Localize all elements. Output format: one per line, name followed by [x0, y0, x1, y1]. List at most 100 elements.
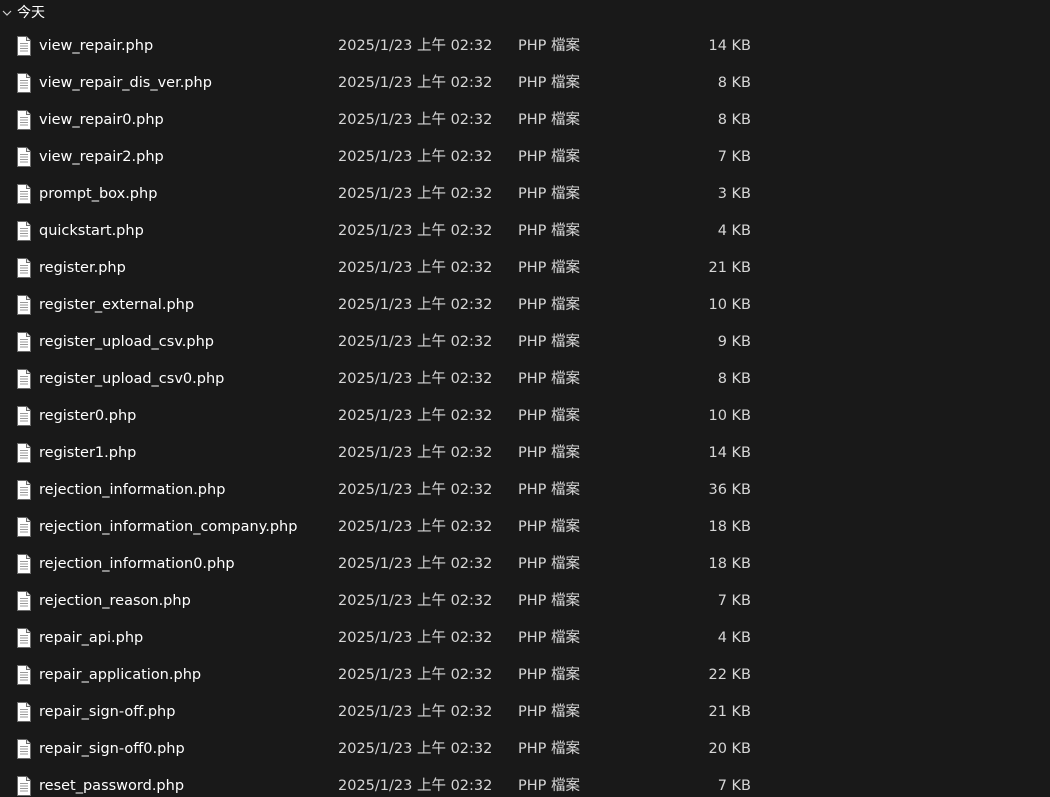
php-file-icon: [17, 36, 31, 56]
file-modified-date: 2025/1/23 上午 02:32: [338, 704, 493, 720]
file-modified-date: 2025/1/23 上午 02:32: [338, 38, 493, 54]
file-size: 10 KB: [708, 408, 751, 424]
file-name: register_upload_csv.php: [39, 334, 214, 350]
file-row[interactable]: view_repair.php 2025/1/23 上午 02:32 PHP 檔…: [0, 28, 1050, 65]
file-type: PHP 檔案: [518, 482, 581, 498]
file-type: PHP 檔案: [518, 260, 581, 276]
file-row[interactable]: register_external.php 2025/1/23 上午 02:32…: [0, 287, 1050, 324]
file-type: PHP 檔案: [518, 556, 581, 572]
file-modified-date: 2025/1/23 上午 02:32: [338, 630, 493, 646]
php-file-icon: [17, 665, 31, 685]
file-name: view_repair.php: [39, 38, 154, 54]
file-size: 8 KB: [717, 75, 751, 91]
file-row[interactable]: view_repair2.php 2025/1/23 上午 02:32 PHP …: [0, 139, 1050, 176]
php-file-icon: [17, 591, 31, 611]
file-modified-date: 2025/1/23 上午 02:32: [338, 371, 493, 387]
php-file-icon: [17, 295, 31, 315]
file-name: rejection_information0.php: [39, 556, 235, 572]
group-header-label: 今天: [17, 5, 45, 21]
file-name: rejection_information_company.php: [39, 519, 298, 535]
file-row[interactable]: register_upload_csv.php 2025/1/23 上午 02:…: [0, 324, 1050, 361]
php-file-icon: [17, 110, 31, 130]
file-type: PHP 檔案: [518, 223, 581, 239]
php-file-icon: [17, 258, 31, 278]
file-name: view_repair0.php: [39, 112, 164, 128]
php-file-icon: [17, 221, 31, 241]
file-size: 8 KB: [717, 112, 751, 128]
file-modified-date: 2025/1/23 上午 02:32: [338, 186, 493, 202]
file-type: PHP 檔案: [518, 519, 581, 535]
file-row[interactable]: view_repair_dis_ver.php 2025/1/23 上午 02:…: [0, 65, 1050, 102]
file-type: PHP 檔案: [518, 334, 581, 350]
file-row[interactable]: repair_application.php 2025/1/23 上午 02:3…: [0, 657, 1050, 694]
file-name: quickstart.php: [39, 223, 144, 239]
file-name: register1.php: [39, 445, 137, 461]
file-type: PHP 檔案: [518, 297, 581, 313]
file-name: register_upload_csv0.php: [39, 371, 225, 387]
file-size: 3 KB: [717, 186, 751, 202]
file-size: 14 KB: [708, 38, 751, 54]
php-file-icon: [17, 184, 31, 204]
file-type: PHP 檔案: [518, 630, 581, 646]
file-modified-date: 2025/1/23 上午 02:32: [338, 445, 493, 461]
file-size: 20 KB: [708, 741, 751, 757]
file-size: 9 KB: [717, 334, 751, 350]
file-type: PHP 檔案: [518, 741, 581, 757]
file-row[interactable]: repair_sign-off0.php 2025/1/23 上午 02:32 …: [0, 731, 1050, 768]
file-type: PHP 檔案: [518, 149, 581, 165]
php-file-icon: [17, 554, 31, 574]
file-name: repair_sign-off.php: [39, 704, 176, 720]
file-name: rejection_information.php: [39, 482, 226, 498]
php-file-icon: [17, 73, 31, 93]
php-file-icon: [17, 739, 31, 759]
file-modified-date: 2025/1/23 上午 02:32: [338, 778, 493, 794]
file-row[interactable]: view_repair0.php 2025/1/23 上午 02:32 PHP …: [0, 102, 1050, 139]
file-row[interactable]: rejection_information.php 2025/1/23 上午 0…: [0, 472, 1050, 509]
file-row[interactable]: register.php 2025/1/23 上午 02:32 PHP 檔案 2…: [0, 250, 1050, 287]
file-row[interactable]: rejection_information_company.php 2025/1…: [0, 509, 1050, 546]
file-size: 7 KB: [717, 149, 751, 165]
file-size: 14 KB: [708, 445, 751, 461]
file-row[interactable]: register1.php 2025/1/23 上午 02:32 PHP 檔案 …: [0, 435, 1050, 472]
file-name: register.php: [39, 260, 126, 276]
file-row[interactable]: repair_api.php 2025/1/23 上午 02:32 PHP 檔案…: [0, 620, 1050, 657]
file-modified-date: 2025/1/23 上午 02:32: [338, 593, 493, 609]
file-type: PHP 檔案: [518, 75, 581, 91]
file-modified-date: 2025/1/23 上午 02:32: [338, 519, 493, 535]
file-modified-date: 2025/1/23 上午 02:32: [338, 741, 493, 757]
file-type: PHP 檔案: [518, 704, 581, 720]
file-size: 21 KB: [708, 704, 751, 720]
file-modified-date: 2025/1/23 上午 02:32: [338, 334, 493, 350]
file-type: PHP 檔案: [518, 593, 581, 609]
php-file-icon: [17, 517, 31, 537]
file-type: PHP 檔案: [518, 445, 581, 461]
file-list-pane: 今天 view_repair.php 2025/1/23 上午 02:32 PH…: [0, 0, 1050, 797]
file-size: 4 KB: [717, 223, 751, 239]
file-size: 22 KB: [708, 667, 751, 683]
file-size: 36 KB: [708, 482, 751, 498]
file-type: PHP 檔案: [518, 38, 581, 54]
php-file-icon: [17, 369, 31, 389]
group-header-today[interactable]: 今天: [0, 0, 1050, 28]
file-row[interactable]: reset_password.php 2025/1/23 上午 02:32 PH…: [0, 768, 1050, 797]
file-modified-date: 2025/1/23 上午 02:32: [338, 260, 493, 276]
file-size: 4 KB: [717, 630, 751, 646]
file-row[interactable]: prompt_box.php 2025/1/23 上午 02:32 PHP 檔案…: [0, 176, 1050, 213]
file-name: repair_sign-off0.php: [39, 741, 185, 757]
php-file-icon: [17, 480, 31, 500]
php-file-icon: [17, 406, 31, 426]
file-modified-date: 2025/1/23 上午 02:32: [338, 556, 493, 572]
file-row[interactable]: register_upload_csv0.php 2025/1/23 上午 02…: [0, 361, 1050, 398]
file-type: PHP 檔案: [518, 667, 581, 683]
file-row[interactable]: quickstart.php 2025/1/23 上午 02:32 PHP 檔案…: [0, 213, 1050, 250]
file-name: repair_api.php: [39, 630, 144, 646]
file-modified-date: 2025/1/23 上午 02:32: [338, 149, 493, 165]
file-row[interactable]: rejection_reason.php 2025/1/23 上午 02:32 …: [0, 583, 1050, 620]
chevron-down-icon[interactable]: [1, 7, 13, 19]
file-row[interactable]: register0.php 2025/1/23 上午 02:32 PHP 檔案 …: [0, 398, 1050, 435]
file-size: 10 KB: [708, 297, 751, 313]
file-modified-date: 2025/1/23 上午 02:32: [338, 482, 493, 498]
file-row[interactable]: rejection_information0.php 2025/1/23 上午 …: [0, 546, 1050, 583]
file-row[interactable]: repair_sign-off.php 2025/1/23 上午 02:32 P…: [0, 694, 1050, 731]
file-name: register_external.php: [39, 297, 195, 313]
